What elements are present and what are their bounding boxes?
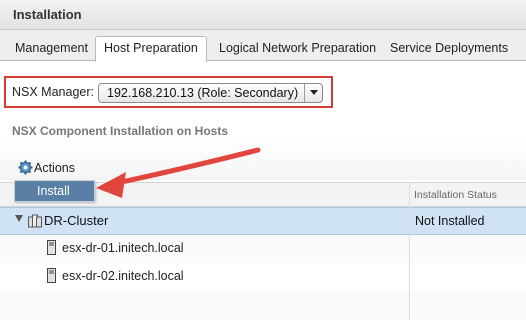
install-menu-label: Install (37, 184, 70, 198)
host-row[interactable]: esx-dr-01.initech.local (0, 235, 526, 263)
cluster-row[interactable]: DR-Cluster Not Installed (0, 207, 526, 235)
tab-bar: Management Host Preparation Logical Netw… (0, 30, 526, 62)
nsx-manager-selector-highlight: NSX Manager: 192.168.210.13 (Role: Secon… (4, 76, 333, 108)
window-title: Installation (13, 7, 82, 22)
section-toolbar-background (0, 140, 526, 180)
host-server-icon (47, 240, 56, 255)
install-menu-item[interactable]: Install (14, 180, 95, 202)
tab-logical-network-preparation[interactable]: Logical Network Preparation (210, 36, 385, 61)
host-server-icon (47, 268, 56, 283)
caret-down-icon (310, 90, 318, 95)
host-name: esx-dr-01.initech.local (62, 241, 184, 255)
tab-management[interactable]: Management (6, 36, 97, 61)
nsx-manager-dropdown[interactable]: 192.168.210.13 (Role: Secondary) (98, 83, 323, 103)
gear-icon (18, 160, 33, 175)
host-row[interactable]: esx-dr-02.initech.local (0, 263, 526, 291)
cluster-installation-status: Not Installed (415, 214, 485, 228)
nsx-manager-selected-value: 192.168.210.13 (Role: Secondary) (107, 86, 299, 100)
actions-label: Actions (34, 161, 75, 175)
column-divider (409, 182, 410, 320)
column-header-installation-status[interactable]: Installation Status (414, 189, 497, 201)
dropdown-button[interactable] (304, 84, 322, 102)
tab-service-deployments[interactable]: Service Deployments (381, 36, 517, 61)
section-title: NSX Component Installation on Hosts (12, 124, 229, 138)
window-title-bar: Installation (0, 0, 526, 30)
nsx-manager-label: NSX Manager: (12, 85, 94, 99)
tab-host-preparation[interactable]: Host Preparation (95, 36, 207, 62)
cluster-icon (28, 214, 42, 228)
cluster-name: DR-Cluster (44, 213, 109, 228)
empty-grid-row (0, 291, 526, 320)
expand-triangle-icon[interactable] (15, 215, 23, 224)
host-name: esx-dr-02.initech.local (62, 269, 184, 283)
